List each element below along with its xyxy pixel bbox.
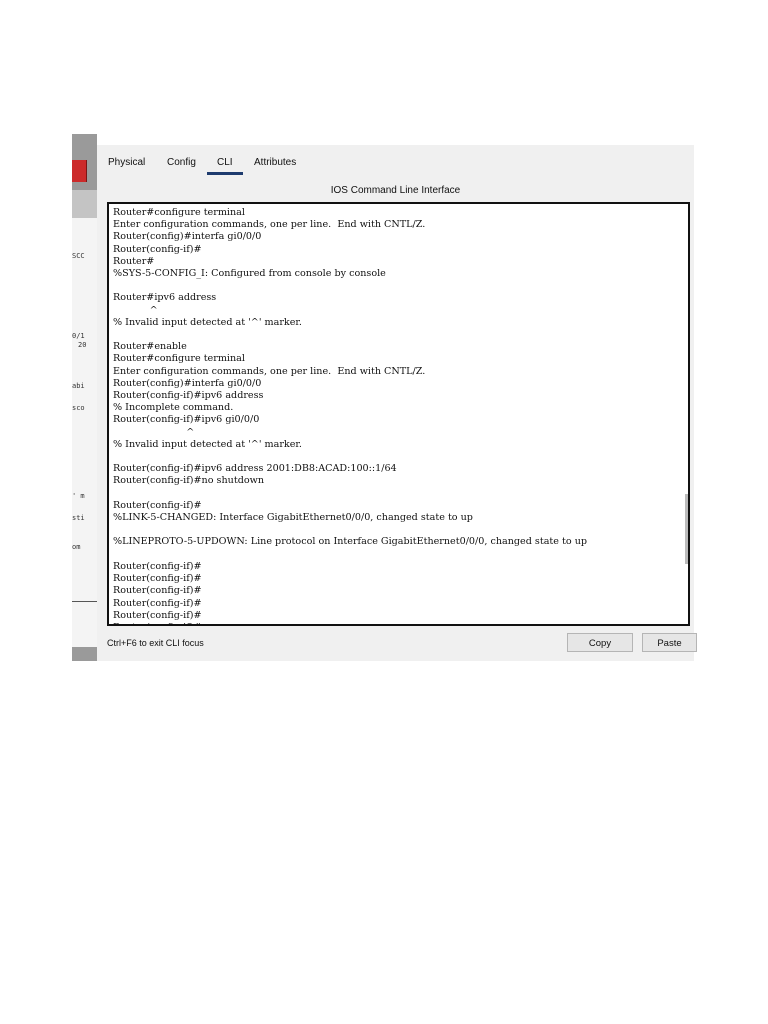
terminal-line: Router(config-if)#ipv6 gi0/0/0 — [113, 414, 260, 426]
terminal-line: Router(config-if)# — [113, 597, 202, 609]
terminal-line: Router(config-if)# — [113, 585, 202, 597]
terminal-line: ^ — [113, 426, 195, 438]
background-text-fragment: om — [72, 543, 81, 551]
terminal-line: Router(config-if)#ipv6 address — [113, 390, 264, 402]
tab-cli[interactable]: CLI — [207, 157, 242, 175]
terminal-line: Router(config-if)#ipv6 address 2001:DB8:… — [113, 463, 397, 475]
terminal-line: Router#configure terminal — [113, 353, 245, 365]
background-window-fragment: SCC 0/1 20 abi sco ' m sti om — [72, 134, 97, 661]
paste-button[interactable]: Paste — [642, 633, 697, 652]
terminal-line: Router#ipv6 address — [113, 292, 217, 304]
terminal-line: Enter configuration commands, one per li… — [113, 219, 426, 231]
terminal-scrollbar[interactable] — [685, 494, 688, 564]
terminal-line: Router(config-if)#no shutdown — [113, 475, 264, 487]
background-text-fragment: 20 — [78, 341, 87, 349]
copy-button[interactable]: Copy — [567, 633, 633, 652]
terminal-line: Router(config)#interfa gi0/0/0 — [113, 377, 262, 389]
terminal-line: % Invalid input detected at '^' marker. — [113, 438, 302, 450]
terminal-line: %LINEPROTO-5-UPDOWN: Line protocol on In… — [113, 536, 588, 548]
tab-bar: Physical Config CLI Attributes — [97, 145, 694, 175]
terminal-line: Router(config-if)# — [113, 499, 202, 511]
terminal-line: Router(config-if)# — [113, 243, 202, 255]
terminal-line: Router# — [113, 255, 155, 267]
tab-config[interactable]: Config — [167, 157, 196, 168]
terminal-line: Router(config-if)# — [113, 573, 202, 585]
terminal-line: Router(config)#interfa gi0/0/0 — [113, 231, 262, 243]
background-text-fragment: sti — [72, 514, 85, 522]
terminal-line: Router(config-if)# — [113, 609, 202, 621]
divider — [72, 601, 97, 602]
terminal-line: ^ — [113, 304, 158, 316]
terminal-line: %SYS-5-CONFIG_I: Configured from console… — [113, 268, 386, 280]
device-window: Physical Config CLI Attributes IOS Comma… — [97, 145, 697, 661]
terminal-line: % Incomplete command. — [113, 402, 234, 414]
background-text-fragment: abi — [72, 382, 85, 390]
tab-physical[interactable]: Physical — [108, 157, 145, 168]
terminal-line: Router#configure terminal — [113, 207, 245, 218]
status-hint: Ctrl+F6 to exit CLI focus — [107, 638, 204, 648]
terminal-line: Enter configuration commands, one per li… — [113, 365, 426, 377]
background-text-fragment: ' m — [72, 492, 85, 500]
terminal-line: Router(config-if)# — [113, 622, 202, 624]
background-text-fragment: SCC — [72, 252, 85, 260]
terminal-line: %LINK-5-CHANGED: Interface GigabitEthern… — [113, 512, 473, 524]
terminal-line: Router#enable — [113, 341, 187, 353]
background-text-fragment: 0/1 — [72, 332, 85, 340]
cli-terminal[interactable]: Router#configure terminal Enter configur… — [107, 202, 690, 626]
app-logo-icon — [72, 160, 87, 182]
terminal-line: % Invalid input detected at '^' marker. — [113, 316, 302, 328]
terminal-line: Router(config-if)# — [113, 560, 202, 572]
window-title: IOS Command Line Interface — [330, 185, 461, 196]
cli-output: Router#configure terminal Enter configur… — [109, 204, 688, 624]
tab-attributes[interactable]: Attributes — [254, 157, 296, 168]
background-text-fragment: sco — [72, 404, 85, 412]
